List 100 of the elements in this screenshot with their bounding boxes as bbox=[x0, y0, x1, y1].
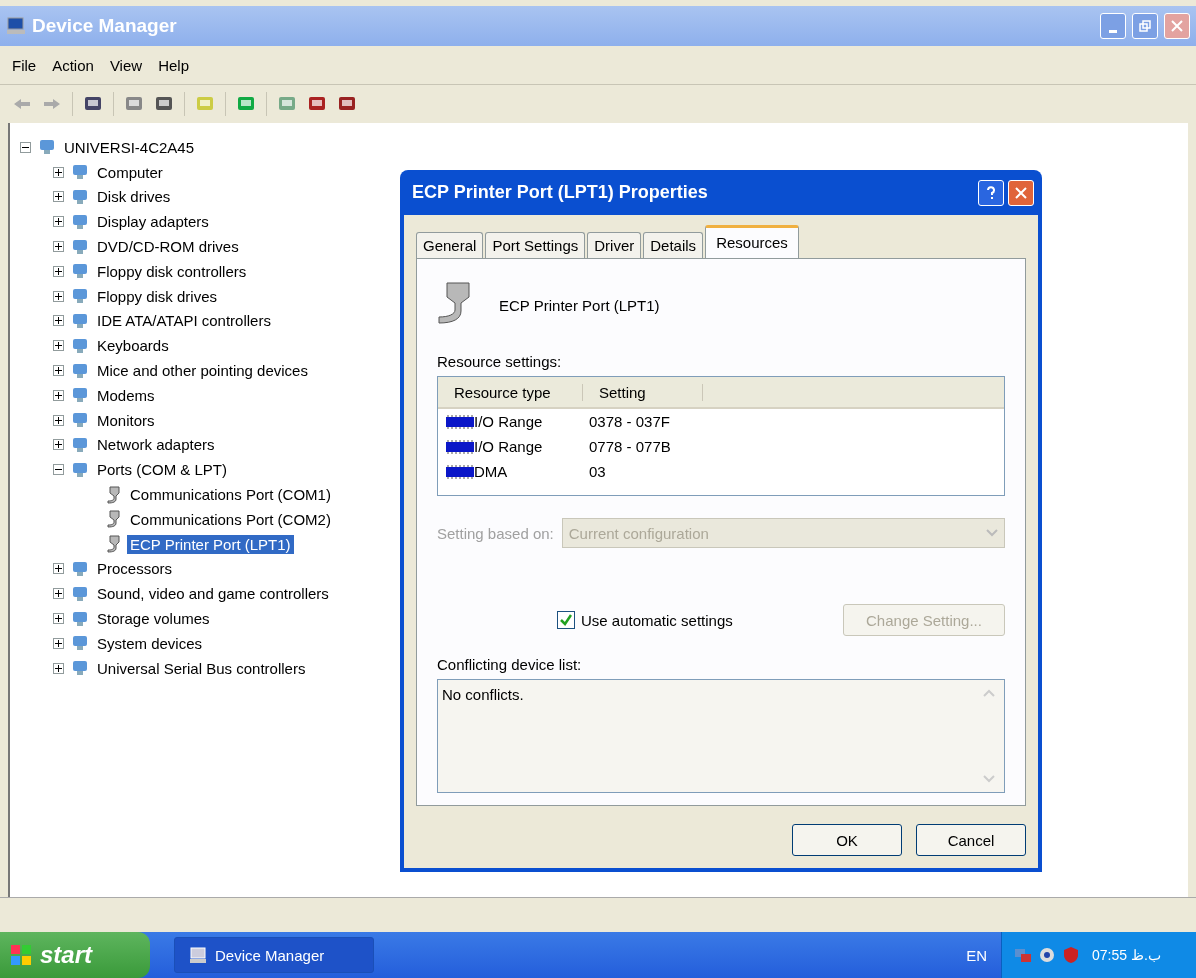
speaker-icon[interactable] bbox=[1038, 946, 1056, 964]
plus-icon bbox=[55, 342, 62, 350]
expander-toggle[interactable] bbox=[53, 662, 64, 674]
menu-item[interactable]: File bbox=[6, 54, 43, 76]
plus-icon bbox=[55, 317, 62, 325]
expander-toggle[interactable] bbox=[53, 265, 64, 277]
language-indicator[interactable]: EN bbox=[966, 946, 987, 964]
expander-toggle[interactable] bbox=[53, 315, 64, 327]
expander-toggle[interactable] bbox=[53, 365, 64, 377]
minimize-button[interactable] bbox=[1100, 13, 1126, 39]
tree-item[interactable]: ECP Printer Port (LPT1) bbox=[127, 534, 294, 554]
plus-icon bbox=[55, 391, 62, 399]
expander-toggle[interactable] bbox=[53, 588, 64, 600]
menu-item[interactable]: Help bbox=[152, 54, 195, 76]
checkbox[interactable] bbox=[557, 611, 575, 629]
expander-toggle[interactable] bbox=[53, 166, 64, 178]
tab[interactable]: Details bbox=[643, 232, 704, 258]
plus-icon bbox=[55, 565, 62, 573]
expander-toggle[interactable] bbox=[53, 241, 64, 253]
plus-icon bbox=[55, 267, 62, 275]
close-button[interactable] bbox=[1008, 179, 1034, 206]
tree-item[interactable]: Universal Serial Bus controllers bbox=[94, 658, 309, 678]
computer-icon bbox=[189, 946, 207, 964]
tree-item[interactable]: Modems bbox=[94, 385, 158, 405]
plus-icon bbox=[55, 367, 62, 375]
tree-item[interactable]: Processors bbox=[94, 559, 176, 579]
table-cell-text: I/O Range bbox=[474, 438, 544, 455]
tree-item[interactable]: Floppy disk controllers bbox=[94, 261, 250, 281]
tree-item[interactable]: IDE ATA/ATAPI controllers bbox=[94, 311, 274, 331]
tree-item[interactable]: Monitors bbox=[94, 410, 158, 430]
expander-toggle[interactable] bbox=[53, 613, 64, 625]
table-cell-text: 03 bbox=[589, 463, 607, 480]
tree-item[interactable]: Communications Port (COM2) bbox=[127, 509, 334, 529]
table-cell-text: I/O Range bbox=[474, 413, 544, 430]
plus-icon bbox=[55, 664, 62, 672]
restore-icon bbox=[1139, 20, 1151, 32]
device-icon bbox=[70, 187, 90, 207]
tab[interactable]: Resources bbox=[705, 225, 799, 259]
expander-toggle[interactable] bbox=[53, 563, 64, 575]
tree-item[interactable]: Ports (COM & LPT) bbox=[94, 460, 230, 480]
plus-icon bbox=[55, 218, 62, 226]
restore-button[interactable] bbox=[1132, 13, 1158, 39]
device-name: ECP Printer Port (LPT1) bbox=[499, 296, 660, 314]
expander-toggle[interactable] bbox=[53, 414, 64, 426]
tree-item[interactable]: UNIVERSI-4C2A45 bbox=[61, 137, 198, 157]
column-header[interactable]: Resource type bbox=[438, 383, 583, 401]
plus-icon bbox=[55, 243, 62, 251]
tree-item[interactable]: Sound, video and game controllers bbox=[94, 584, 332, 604]
window-title: Device Manager bbox=[32, 15, 178, 37]
plus-icon bbox=[55, 292, 62, 300]
field-label: Setting based on: bbox=[437, 524, 554, 542]
checkbox-label[interactable]: Use automatic settings bbox=[581, 611, 733, 629]
question-mark-icon bbox=[985, 185, 997, 200]
plus-icon bbox=[55, 441, 62, 449]
tab[interactable]: Driver bbox=[587, 232, 642, 258]
plus-icon bbox=[55, 193, 62, 201]
tree-item[interactable]: Floppy disk drives bbox=[94, 286, 221, 306]
tab[interactable]: General bbox=[416, 232, 484, 258]
tab[interactable]: Port Settings bbox=[485, 232, 586, 258]
taskbar-button[interactable]: Device Manager bbox=[174, 937, 374, 973]
expander-toggle[interactable] bbox=[53, 464, 64, 476]
expander-toggle[interactable] bbox=[53, 439, 64, 451]
section-label: Resource settings: bbox=[437, 353, 563, 370]
tree-item[interactable]: Computer bbox=[94, 162, 166, 182]
clock: 07:55 ب.ظ bbox=[1092, 947, 1161, 963]
table-cell-text: DMA bbox=[474, 463, 509, 480]
section-label: Conflicting device list: bbox=[437, 656, 583, 673]
plus-icon bbox=[55, 168, 62, 176]
menu-item[interactable]: View bbox=[103, 54, 149, 76]
tree-item[interactable]: Display adapters bbox=[94, 212, 212, 232]
column-header[interactable]: Setting bbox=[583, 383, 703, 401]
tree-item[interactable]: Network adapters bbox=[94, 435, 218, 455]
plus-icon bbox=[55, 416, 62, 424]
tree-item[interactable]: DVD/CD-ROM drives bbox=[94, 237, 242, 257]
expander-toggle[interactable] bbox=[20, 141, 31, 153]
windows-logo-icon bbox=[10, 944, 32, 966]
chip-icon bbox=[446, 439, 474, 454]
cancel-button[interactable]: Cancel bbox=[916, 824, 1026, 856]
menu-item[interactable]: Action bbox=[46, 54, 100, 76]
expander-toggle[interactable] bbox=[53, 637, 64, 649]
expander-toggle[interactable] bbox=[53, 191, 64, 203]
table-cell-text: 0378 - 037F bbox=[589, 413, 671, 430]
tree-item[interactable]: Mice and other pointing devices bbox=[94, 361, 311, 381]
chip-icon bbox=[446, 464, 474, 479]
tree-item[interactable]: Keyboards bbox=[94, 336, 172, 356]
tree-item[interactable]: Disk drives bbox=[94, 187, 174, 207]
minimize-icon bbox=[1109, 29, 1117, 33]
expander-toggle[interactable] bbox=[53, 290, 64, 302]
expander-toggle[interactable] bbox=[53, 389, 64, 401]
tree-item[interactable]: System devices bbox=[94, 633, 206, 653]
plus-icon bbox=[55, 639, 62, 647]
dialog-title: ECP Printer Port (LPT1) Properties bbox=[412, 182, 709, 203]
help-button[interactable] bbox=[978, 179, 1004, 206]
tree-item[interactable]: Storage volumes bbox=[94, 609, 213, 629]
chip-icon bbox=[446, 414, 474, 429]
ok-button[interactable]: OK bbox=[792, 824, 902, 856]
expander-toggle[interactable] bbox=[53, 216, 64, 228]
tree-item[interactable]: Communications Port (COM1) bbox=[127, 485, 334, 505]
expander-toggle[interactable] bbox=[53, 340, 64, 352]
close-icon bbox=[1015, 186, 1027, 199]
